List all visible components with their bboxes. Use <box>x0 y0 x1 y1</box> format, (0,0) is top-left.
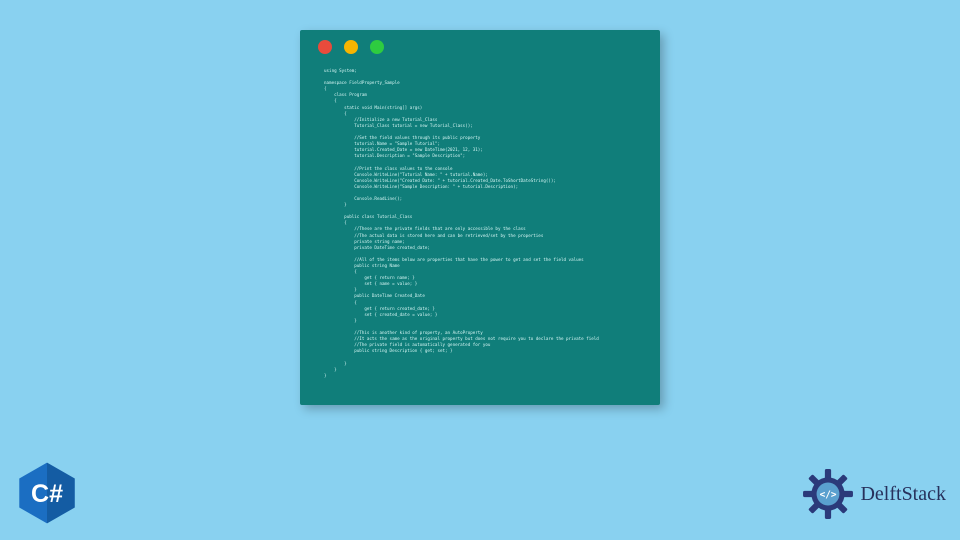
code-content: using System; namespace FieldProperty_Sa… <box>300 64 660 405</box>
delftstack-brand: </> DelftStack <box>802 468 946 520</box>
csharp-label: C# <box>31 480 63 508</box>
close-icon <box>318 40 332 54</box>
csharp-logo-icon: C# <box>14 460 80 526</box>
code-window: using System; namespace FieldProperty_Sa… <box>300 30 660 405</box>
svg-text:</>: </> <box>820 490 837 501</box>
minimize-icon <box>344 40 358 54</box>
delftstack-gear-icon: </> <box>802 468 854 520</box>
delftstack-text: DelftStack <box>860 483 946 506</box>
maximize-icon <box>370 40 384 54</box>
window-titlebar <box>300 30 660 64</box>
